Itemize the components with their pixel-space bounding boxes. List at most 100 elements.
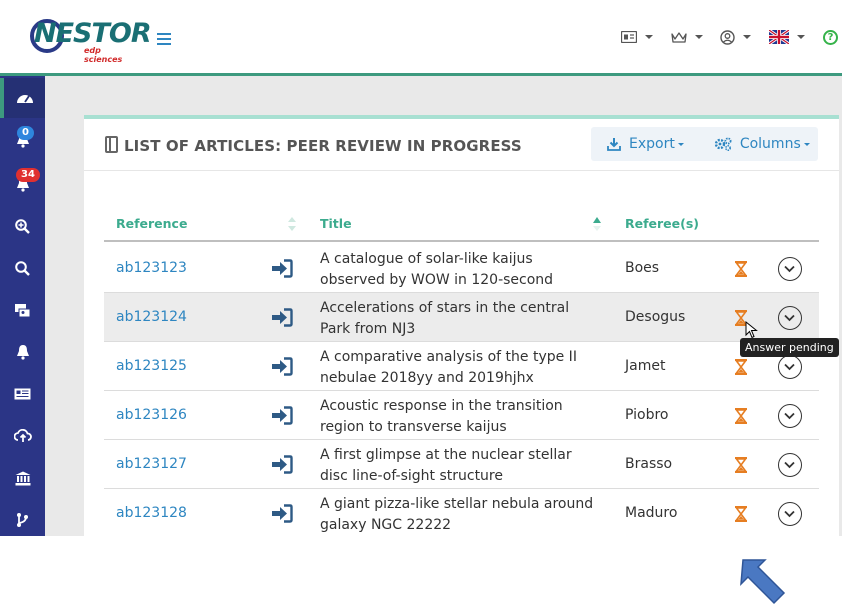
expand-row-button[interactable]: [778, 404, 802, 428]
article-title: A giant pizza-like stellar nebula around…: [320, 496, 594, 533]
chevron-down-icon: [784, 363, 795, 371]
user-circle-icon: [720, 29, 735, 45]
referee-name: Maduro: [625, 505, 678, 521]
zoom-in-icon: [15, 218, 30, 234]
hourglass-icon[interactable]: [735, 408, 747, 424]
top-header: NESTOR edp sciences ?: [0, 0, 842, 73]
page-title: LIST OF ARTICLES: PEER REVIEW IN PROGRES…: [124, 137, 522, 155]
notification-badge: 0: [17, 126, 34, 140]
main-content: LIST OF ARTICLES: PEER REVIEW IN PROGRES…: [45, 76, 842, 536]
sign-in-icon[interactable]: [271, 504, 293, 523]
chevron-down-icon: [803, 142, 810, 146]
expand-row-button[interactable]: [778, 502, 802, 526]
chevron-down-icon: [743, 35, 751, 39]
table-row: ab123124 Accelerations of stars in the c…: [104, 293, 819, 342]
table-row: ab123128 A giant pizza-like stellar nebu…: [104, 489, 819, 538]
articles-card: LIST OF ARTICLES: PEER REVIEW IN PROGRES…: [84, 115, 839, 536]
referee-name: Jamet: [625, 358, 666, 374]
expand-row-button[interactable]: [778, 355, 802, 379]
referee-name: Piobro: [625, 407, 669, 423]
hourglass-icon[interactable]: [735, 506, 747, 522]
cloud-upload-icon: [13, 429, 32, 442]
article-title: Acoustic response in the transition regi…: [320, 398, 563, 435]
sign-in-icon[interactable]: [271, 308, 293, 327]
chevron-down-icon: [645, 35, 653, 39]
sidebar-item-institution[interactable]: [0, 458, 45, 498]
table-row: ab123123 A catalogue of solar-like kaiju…: [104, 244, 819, 309]
notification-icon: [16, 345, 29, 360]
chevron-down-icon: [784, 461, 795, 469]
id-card-icon: [621, 31, 637, 43]
hourglass-icon[interactable]: [735, 261, 747, 277]
sidebar-item-users[interactable]: [0, 290, 45, 330]
sidebar-item-zoom[interactable]: [0, 206, 45, 246]
article-reference-link[interactable]: ab123128: [116, 505, 187, 521]
article-reference-link[interactable]: ab123125: [116, 358, 187, 374]
download-icon: [607, 138, 621, 151]
sign-in-icon[interactable]: [271, 455, 293, 474]
hourglass-icon[interactable]: [735, 457, 747, 473]
book-icon: [105, 136, 118, 153]
crown-menu-dropdown[interactable]: [671, 27, 703, 47]
sidebar-item-workflow[interactable]: [0, 500, 45, 540]
chevron-down-icon: [695, 35, 703, 39]
expand-row-button[interactable]: [778, 257, 802, 281]
user-menu-dropdown[interactable]: [720, 27, 751, 47]
expand-row-button[interactable]: [778, 453, 802, 477]
menu-toggle-icon[interactable]: [157, 33, 171, 45]
sidebar-item-articles[interactable]: [0, 374, 45, 414]
dashboard-icon: [16, 95, 33, 103]
app-root: NESTOR edp sciences ? 0 34 LIST OF ARTIC…: [0, 0, 842, 609]
alert-badge: 34: [16, 168, 40, 182]
branch-icon: [17, 513, 28, 527]
sidebar-item-upload[interactable]: [0, 416, 45, 456]
referee-name: Desogus: [625, 309, 686, 325]
logo-subtext: edp sciences: [84, 46, 123, 64]
user-card-icon: [15, 303, 31, 317]
sign-in-icon[interactable]: [271, 357, 293, 376]
language-dropdown[interactable]: [769, 27, 805, 47]
column-header-referees[interactable]: Referee(s): [625, 216, 699, 231]
table-row: ab123125 A comparative analysis of the t…: [104, 342, 819, 391]
sidebar: 0 34: [0, 76, 45, 536]
article-reference-link[interactable]: ab123123: [116, 260, 187, 276]
card-menu-dropdown[interactable]: [621, 27, 653, 47]
referee-name: Brasso: [625, 456, 673, 472]
table-header: Reference Title Referee(s): [104, 209, 819, 242]
export-button[interactable]: Export: [607, 127, 684, 161]
article-reference-link[interactable]: ab123126: [116, 407, 187, 423]
hourglass-icon[interactable]: [735, 359, 747, 375]
column-header-reference[interactable]: Reference: [116, 216, 187, 231]
export-label: Export: [629, 136, 675, 152]
chevron-down-icon: [784, 510, 795, 518]
article-title: A comparative analysis of the type II ne…: [320, 349, 577, 386]
nestor-logo[interactable]: NESTOR edp sciences: [30, 18, 152, 64]
sidebar-item-dashboard[interactable]: [0, 78, 45, 118]
sort-ascending-icon[interactable]: [593, 217, 601, 231]
chevron-down-icon: [797, 35, 805, 39]
sign-in-icon[interactable]: [271, 406, 293, 425]
sidebar-item-alerts[interactable]: 34: [0, 164, 45, 204]
institution-icon: [15, 471, 30, 485]
gears-icon: [714, 137, 732, 151]
sidebar-item-bell[interactable]: [0, 332, 45, 372]
search-icon: [15, 260, 30, 276]
columns-label: Columns: [739, 136, 801, 152]
chevron-down-icon: [677, 142, 684, 146]
logo-text: NESTOR: [34, 18, 152, 49]
uk-flag-icon: [769, 30, 789, 44]
chevron-down-icon: [784, 412, 795, 420]
column-header-title[interactable]: Title: [320, 216, 352, 231]
mouse-cursor-icon: [745, 321, 758, 339]
sidebar-item-search[interactable]: [0, 248, 45, 288]
columns-button[interactable]: Columns: [714, 127, 810, 161]
article-title: A first glimpse at the nuclear stellar d…: [320, 447, 572, 484]
sidebar-item-notifications[interactable]: 0: [0, 120, 45, 160]
card-actions: Export Columns: [591, 127, 818, 161]
expand-row-button[interactable]: [778, 306, 802, 330]
sign-in-icon[interactable]: [271, 259, 293, 278]
help-icon[interactable]: ?: [823, 30, 838, 45]
article-reference-link[interactable]: ab123124: [116, 309, 187, 325]
sort-icon[interactable]: [288, 217, 296, 231]
article-reference-link[interactable]: ab123127: [116, 456, 187, 472]
